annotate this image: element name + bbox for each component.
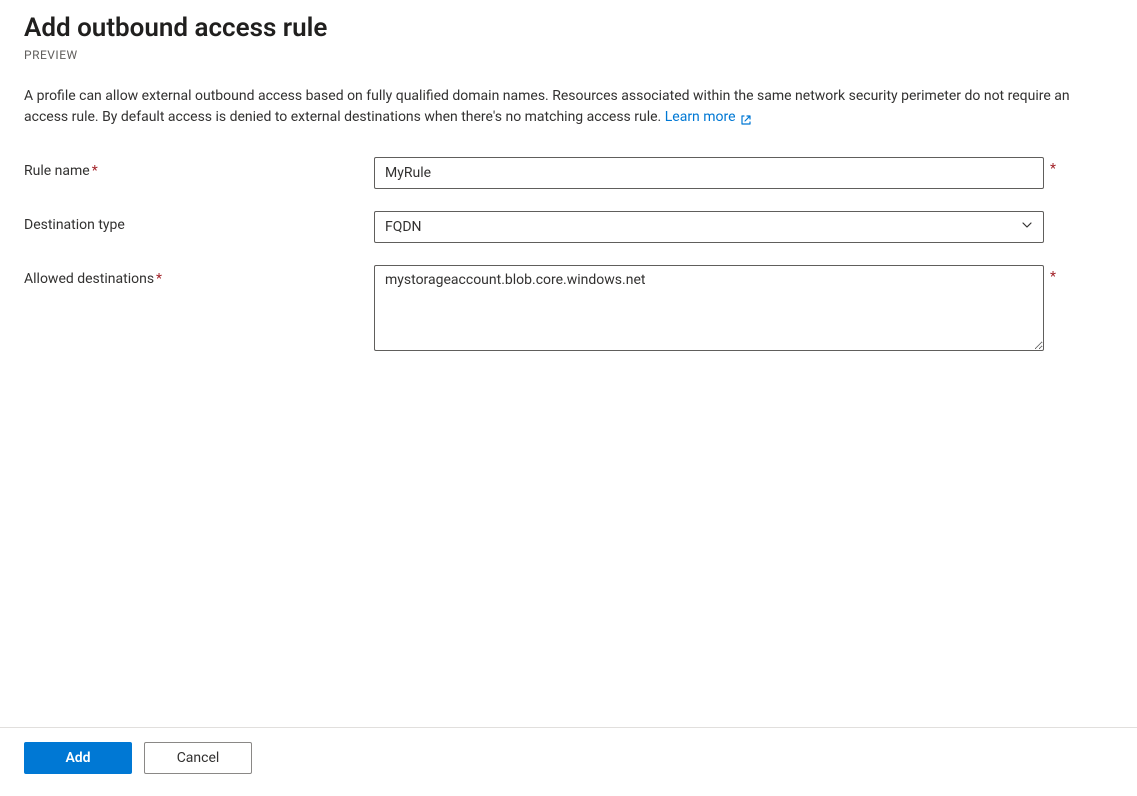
required-asterisk: * <box>156 271 162 287</box>
learn-more-link[interactable]: Learn more <box>665 107 752 129</box>
external-link-icon <box>740 112 752 124</box>
destination-type-row: Destination type FQDN <box>24 211 1113 243</box>
destination-type-label: Destination type <box>24 211 374 233</box>
destination-type-value: FQDN <box>385 219 422 235</box>
cancel-button[interactable]: Cancel <box>144 742 252 774</box>
rule-name-input[interactable] <box>374 157 1044 189</box>
required-asterisk: * <box>92 163 98 179</box>
page-description: A profile can allow external outbound ac… <box>24 86 1084 129</box>
allowed-destinations-input[interactable] <box>374 265 1044 351</box>
destination-type-select[interactable]: FQDN <box>374 211 1044 243</box>
page-header: Add outbound access rule PREVIEW <box>24 12 1113 62</box>
page-title: Add outbound access rule <box>24 12 1113 46</box>
allowed-destinations-label: Allowed destinations* <box>24 265 374 287</box>
required-asterisk: * <box>1050 161 1056 177</box>
learn-more-label: Learn more <box>665 107 736 129</box>
required-asterisk: * <box>1050 269 1056 285</box>
rule-name-row: Rule name* * <box>24 157 1113 189</box>
allowed-destinations-row: Allowed destinations* * <box>24 265 1113 355</box>
footer-actions: Add Cancel <box>0 727 1137 796</box>
rule-name-label: Rule name* <box>24 157 374 179</box>
preview-badge: PREVIEW <box>24 48 1113 62</box>
add-button[interactable]: Add <box>24 742 132 774</box>
description-text: A profile can allow external outbound ac… <box>24 88 1070 126</box>
